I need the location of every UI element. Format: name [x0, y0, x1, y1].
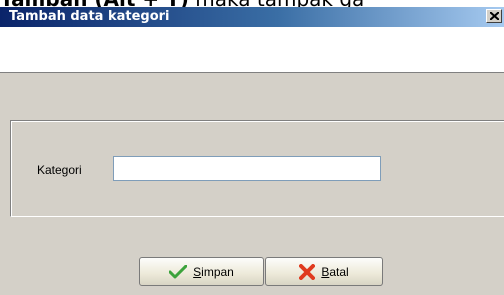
title-bar[interactable]: Tambah data kategori [0, 7, 504, 27]
kategori-input[interactable] [113, 156, 381, 181]
cancel-button[interactable]: Batal [265, 257, 383, 286]
cancel-label-rest: atal [329, 264, 349, 279]
checkmark-icon [169, 264, 188, 278]
save-button-label: Simpan [193, 265, 234, 279]
header-banner [0, 27, 504, 73]
window-title: Tambah data kategori [9, 9, 170, 24]
cancel-button-label: Batal [321, 265, 348, 279]
save-button[interactable]: Simpan [139, 257, 264, 286]
save-label-rest: impan [201, 264, 234, 279]
save-mnemonic: S [193, 264, 202, 279]
close-icon [490, 12, 499, 20]
kategori-label: Kategori [37, 163, 82, 177]
close-button[interactable] [486, 9, 502, 23]
cross-icon [299, 263, 316, 280]
